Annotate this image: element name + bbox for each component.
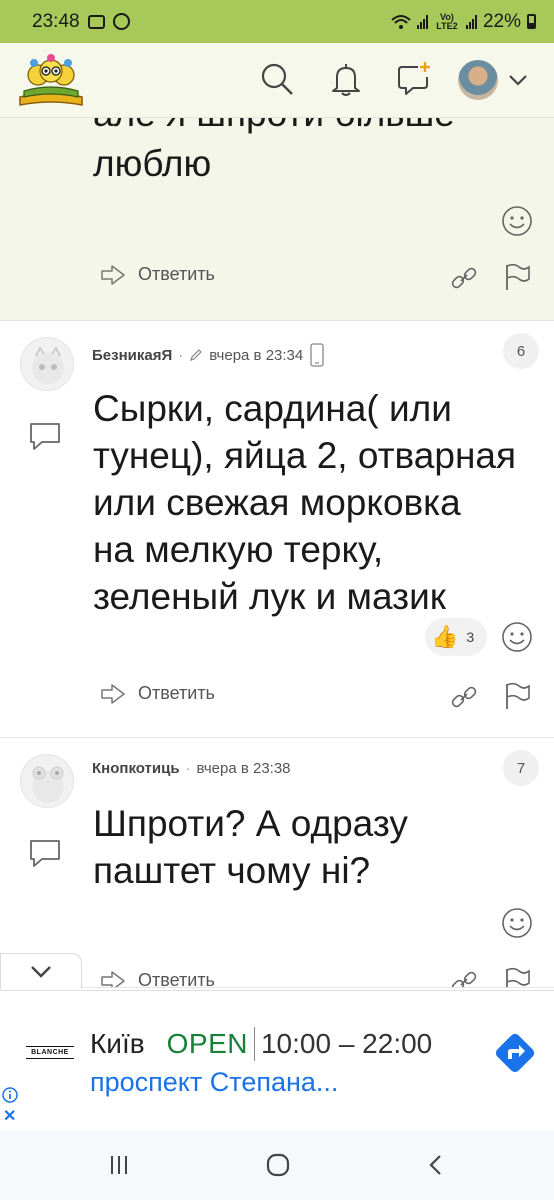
ad-open-status: OPEN xyxy=(166,1028,248,1059)
previous-comment: але я шпроти більше люблю Ответить xyxy=(0,118,554,321)
report-flag-icon[interactable] xyxy=(502,681,532,711)
home-icon[interactable] xyxy=(265,1152,291,1178)
like-count: 3 xyxy=(466,629,475,645)
reply-button[interactable]: Ответить xyxy=(100,683,215,704)
comment-body-line: зеленый лук и мазик xyxy=(93,576,446,617)
owls-on-books-logo-icon xyxy=(19,54,83,106)
user-avatar xyxy=(458,60,498,100)
ad-brand-logo: BLANCHE xyxy=(26,1046,74,1059)
meta-separator: · xyxy=(185,760,191,777)
collapse-button[interactable] xyxy=(0,953,82,989)
comment-meta: Кнопкотиць · вчера в 23:38 xyxy=(92,760,291,777)
comment-time[interactable]: вчера в 23:34 xyxy=(209,347,303,364)
directions-icon[interactable] xyxy=(490,1028,540,1078)
comment-body-line: тунец), яйца 2, отварная xyxy=(93,435,516,476)
comment-meta: БезникаяЯ · вчера в 23:34 xyxy=(92,343,325,367)
comment-body: Шпроти? А одразу паштет чому ні? xyxy=(93,800,543,894)
profile-menu-button[interactable] xyxy=(458,60,502,100)
commenter-avatar[interactable] xyxy=(20,754,74,808)
comment-author[interactable]: БезникаяЯ xyxy=(92,347,172,364)
comment-body-line: на мелкую терку, xyxy=(93,529,384,570)
app-header xyxy=(0,43,554,118)
chevron-down-icon xyxy=(31,965,51,978)
comment-body-line: Сырки, сардина( или xyxy=(93,388,452,429)
ad-hours: 10:00 – 22:00 xyxy=(260,1028,433,1059)
thumbs-up-emoji: 👍 xyxy=(431,624,459,649)
network-label: Vo) LTE2 xyxy=(436,11,458,31)
new-post-button[interactable] xyxy=(394,59,434,99)
comment-body-line: или свежая морковка xyxy=(93,482,461,523)
back-icon[interactable] xyxy=(425,1153,447,1177)
ad-city: Київ xyxy=(90,1028,145,1059)
reply-label: Ответить xyxy=(138,264,215,284)
notifications-button[interactable] xyxy=(326,59,366,99)
comment-author[interactable]: Кнопкотиць xyxy=(92,760,180,777)
ad-address[interactable]: проспект Степана... xyxy=(90,1067,338,1098)
bell-icon xyxy=(332,64,360,96)
system-navigation-bar xyxy=(0,1130,554,1200)
reply-arrow-icon xyxy=(101,264,125,285)
gallery-notification-icon xyxy=(87,14,105,29)
reply-button[interactable]: Ответить xyxy=(100,264,215,285)
comment-body-line: Шпроти? А одразу xyxy=(93,803,408,844)
add-reaction-smiley-icon[interactable] xyxy=(500,620,534,654)
comment-time[interactable]: вчера в 23:38 xyxy=(197,760,291,777)
search-button[interactable] xyxy=(257,59,297,99)
comment-number[interactable]: 7 xyxy=(503,750,539,786)
ad-close-icon[interactable]: ✕ xyxy=(3,1109,16,1125)
signal-1-icon xyxy=(416,14,428,29)
status-time: 23:48 xyxy=(32,10,80,32)
comment-body-line: паштет чому ні? xyxy=(93,850,371,891)
battery-percent: 22% xyxy=(482,10,521,32)
ad-info-icon[interactable] xyxy=(2,1087,18,1103)
phone-icon xyxy=(310,343,324,367)
battery-icon xyxy=(527,14,536,29)
link-icon[interactable] xyxy=(450,264,478,292)
reply-thread-icon[interactable] xyxy=(28,838,62,868)
reply-label: Ответить xyxy=(138,683,215,703)
comment-text-clipped-line: але я шпроти більше xyxy=(93,118,455,137)
report-flag-icon[interactable] xyxy=(502,262,532,292)
site-logo[interactable] xyxy=(16,53,86,109)
viber-notification-icon xyxy=(112,13,130,30)
link-icon[interactable] xyxy=(450,683,478,711)
wifi-icon xyxy=(391,14,411,29)
default-avatar-frog-icon xyxy=(32,766,64,803)
pencil-icon xyxy=(190,349,203,361)
reply-label: Ответить xyxy=(138,970,215,988)
reply-button[interactable]: Ответить xyxy=(100,970,215,988)
add-reaction-smiley-icon[interactable] xyxy=(500,204,534,238)
link-icon[interactable] xyxy=(450,968,478,988)
reply-thread-icon[interactable] xyxy=(28,421,62,451)
ad-headline: Київ OPEN 10:00 – 22:00 xyxy=(90,1027,432,1061)
report-flag-icon[interactable] xyxy=(502,966,532,988)
chevron-down-icon[interactable] xyxy=(508,73,528,87)
status-bar: 23:48 Vo) LTE2 22% xyxy=(0,0,554,43)
default-avatar-cat-icon xyxy=(32,346,64,384)
reply-arrow-icon xyxy=(101,683,125,704)
comment-text-last-line: люблю xyxy=(93,143,212,184)
commenter-avatar[interactable] xyxy=(20,337,74,391)
comment-number[interactable]: 6 xyxy=(503,333,539,369)
signal-2-icon xyxy=(465,14,477,29)
new-post-icon xyxy=(398,62,430,95)
reply-arrow-icon xyxy=(101,970,125,987)
comment-item: БезникаяЯ · вчера в 23:34 6 Сырки, сарди… xyxy=(0,321,554,738)
ad-divider xyxy=(253,1027,255,1061)
like-reaction-pill[interactable]: 👍 3 xyxy=(425,618,487,656)
meta-separator: · xyxy=(178,346,184,364)
ad-banner[interactable]: BLANCHE Київ OPEN 10:00 – 22:00 проспект… xyxy=(0,990,554,1130)
add-reaction-smiley-icon[interactable] xyxy=(500,906,534,940)
comment-body: Сырки, сардина( или тунец), яйца 2, отва… xyxy=(93,385,543,620)
recent-apps-icon[interactable] xyxy=(107,1153,131,1177)
search-icon xyxy=(261,63,293,95)
comment-item: Кнопкотиць · вчера в 23:38 7 Шпроти? А о… xyxy=(0,738,554,988)
